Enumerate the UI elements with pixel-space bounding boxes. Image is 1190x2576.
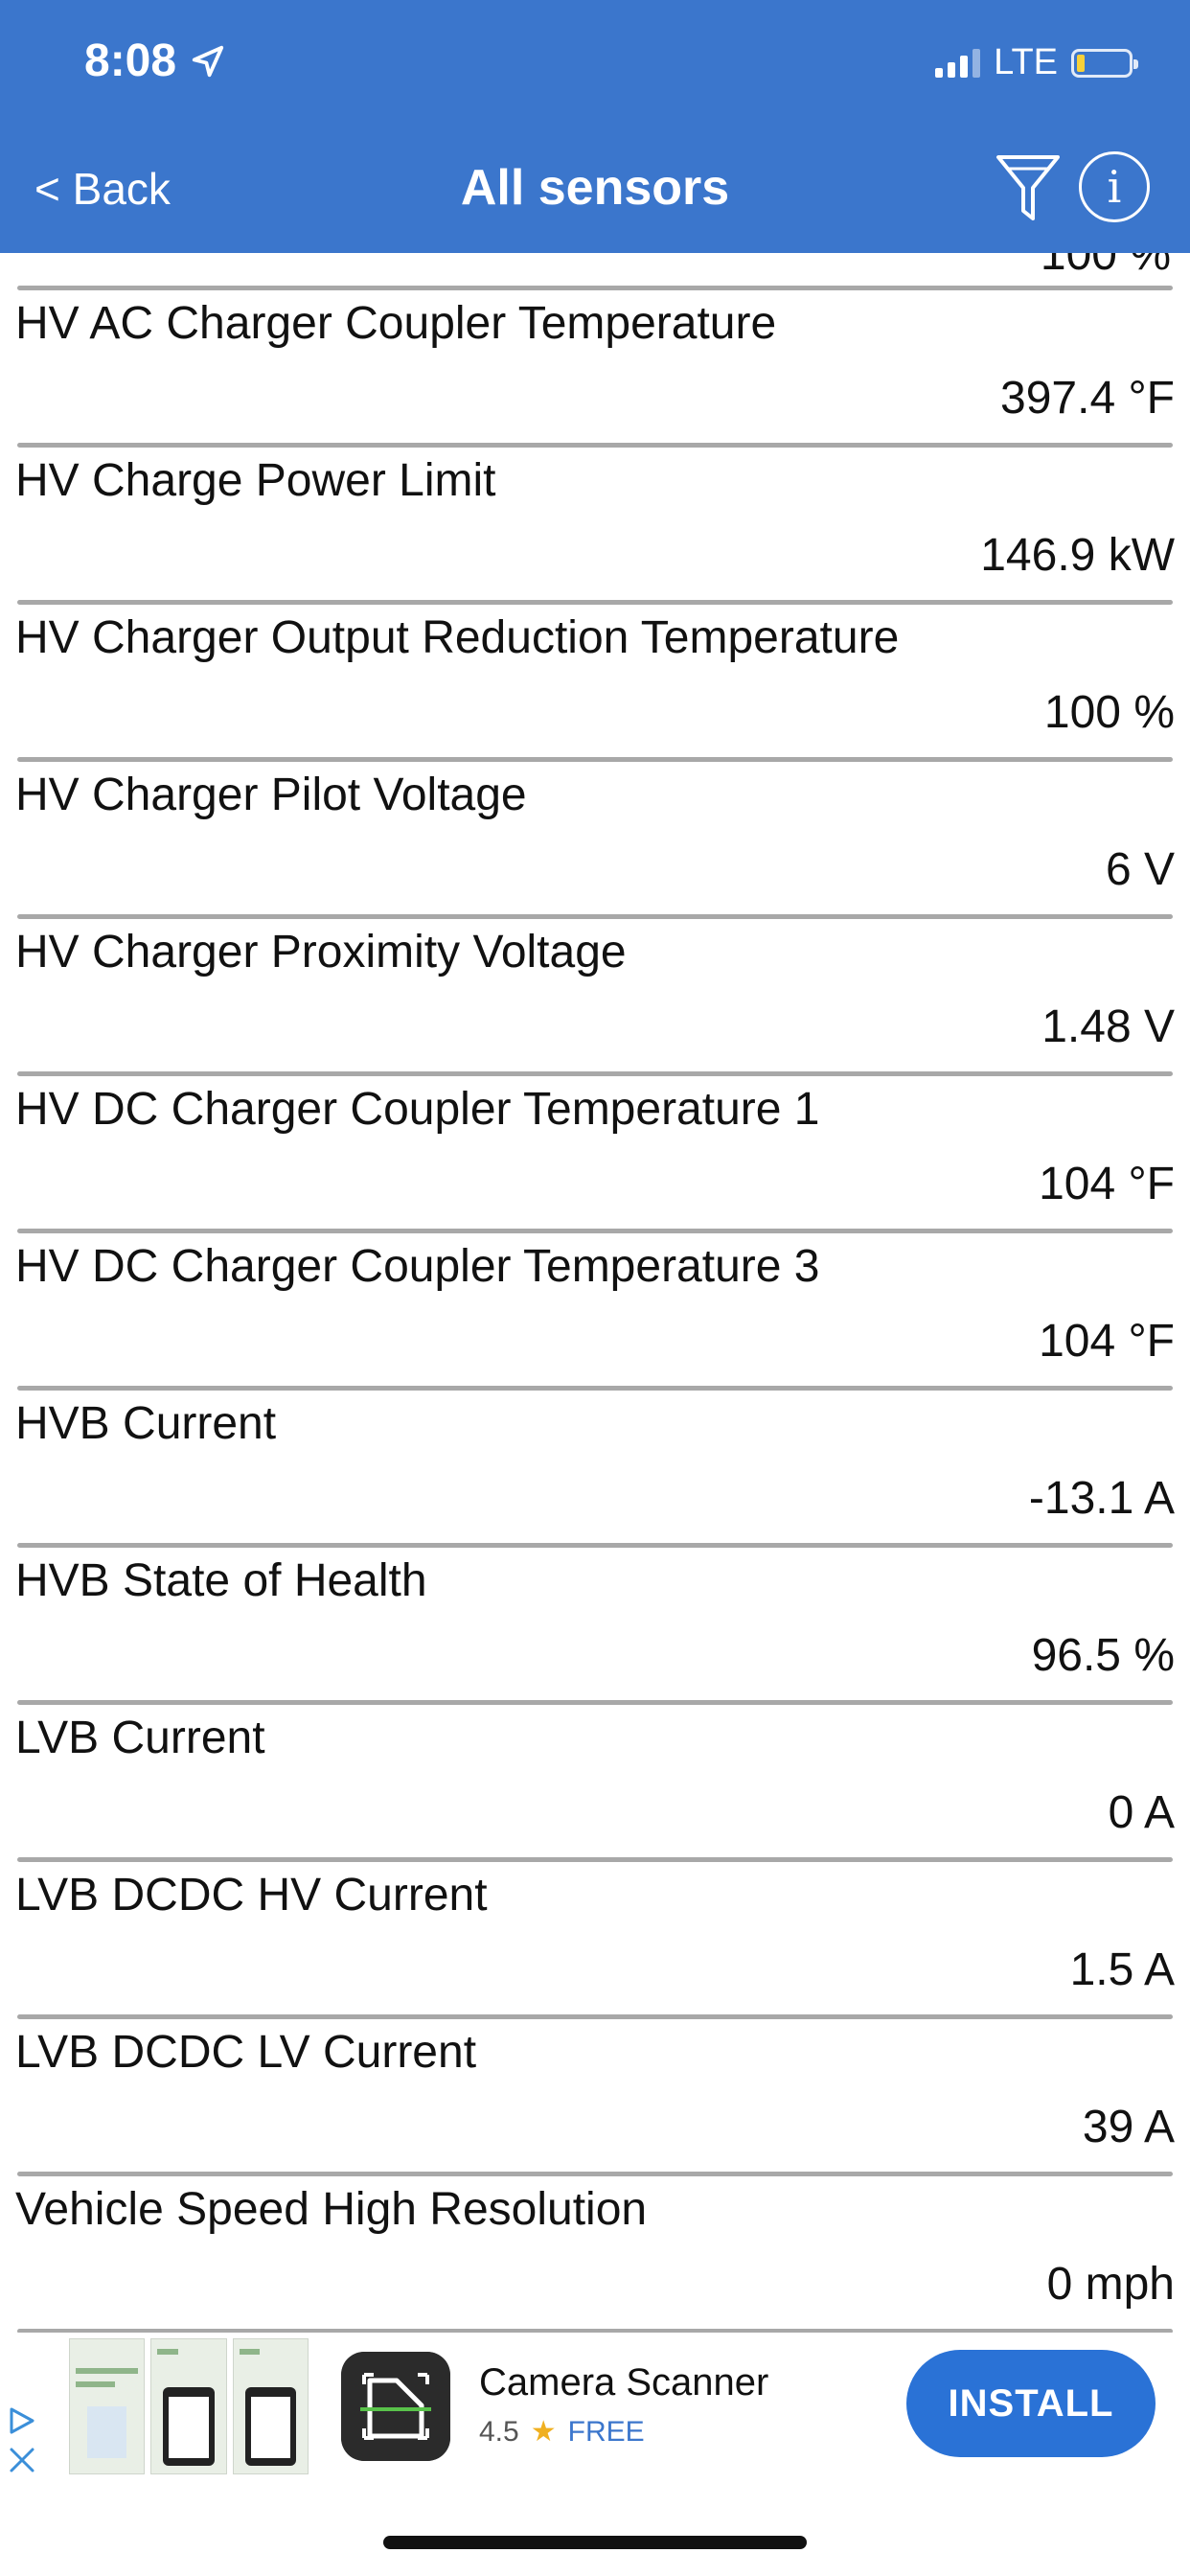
sensor-value: 6 V xyxy=(1105,844,1175,895)
sensor-name: HV Charger Pilot Voltage xyxy=(15,770,527,820)
sensor-row[interactable]: HVB Current -13.1 A xyxy=(0,1390,1190,1547)
network-type: LTE xyxy=(994,42,1058,82)
sensor-value: 397.4 °F xyxy=(1000,373,1175,424)
sensor-value: 1.5 A xyxy=(1069,1944,1175,1995)
sensor-row[interactable]: Vehicle Speed High Resolution 0 mph xyxy=(0,2175,1190,2333)
status-time: 8:08 xyxy=(84,34,226,87)
sensor-name: LVB DCDC LV Current xyxy=(15,2027,477,2078)
sensor-value: 1.48 V xyxy=(1041,1001,1175,1052)
app-rating: 4.5 xyxy=(479,2415,519,2448)
navigation-header: 8:08 LTE < Back All sensors i xyxy=(0,0,1190,253)
home-indicator[interactable] xyxy=(383,2536,807,2549)
sensor-name: HV Charge Power Limit xyxy=(15,455,496,506)
sensor-row[interactable]: HV Charger Output Reduction Temperature … xyxy=(0,604,1190,761)
partial-sensor-value: 100 % xyxy=(1040,253,1171,280)
status-indicators: LTE xyxy=(935,42,1138,83)
sensor-row[interactable]: HV DC Charger Coupler Temperature 1 104 … xyxy=(0,1075,1190,1232)
app-meta: 4.5 ★ FREE xyxy=(479,2415,645,2449)
sensor-row[interactable]: HV DC Charger Coupler Temperature 3 104 … xyxy=(0,1232,1190,1390)
sensor-value: -13.1 A xyxy=(1028,1473,1175,1524)
ad-preview-image[interactable] xyxy=(69,2338,309,2474)
star-icon: ★ xyxy=(530,2416,557,2448)
sensor-value: 104 °F xyxy=(1039,1159,1175,1209)
sensor-value: 104 °F xyxy=(1039,1316,1175,1367)
sensor-name: HV Charger Proximity Voltage xyxy=(15,927,627,978)
sensor-name: HV DC Charger Coupler Temperature 3 xyxy=(15,1241,820,1292)
sensor-row[interactable]: HV Charger Pilot Voltage 6 V xyxy=(0,761,1190,918)
sensor-value: 100 % xyxy=(1043,687,1175,738)
clock-text: 8:08 xyxy=(84,35,177,86)
sensor-value: 146.9 kW xyxy=(980,530,1175,581)
location-arrow-icon xyxy=(192,45,224,77)
sensor-name: HVB Current xyxy=(15,1398,277,1449)
sensor-row[interactable]: LVB Current 0 A xyxy=(0,1704,1190,1861)
filter-icon[interactable] xyxy=(995,151,1062,224)
app-name[interactable]: Camera Scanner xyxy=(479,2361,768,2404)
sensor-row[interactable]: HV AC Charger Coupler Temperature 397.4 … xyxy=(0,289,1190,447)
sensor-row[interactable]: HV Charge Power Limit 146.9 kW xyxy=(0,447,1190,604)
app-icon[interactable] xyxy=(341,2352,450,2461)
sensor-list[interactable]: 100 % HV AC Charger Coupler Temperature … xyxy=(0,253,1190,2333)
sensor-name: LVB DCDC HV Current xyxy=(15,1870,488,1920)
sensor-value: 96.5 % xyxy=(1031,1630,1175,1681)
sensor-row[interactable]: LVB DCDC LV Current 39 A xyxy=(0,2018,1190,2175)
sensor-value: 39 A xyxy=(1082,2102,1175,2152)
sensor-value: 0 mph xyxy=(1046,2259,1175,2310)
ad-banner[interactable]: Camera Scanner 4.5 ★ FREE INSTALL xyxy=(0,2333,1190,2488)
app-price: FREE xyxy=(567,2415,645,2448)
sensor-value: 0 A xyxy=(1108,1787,1175,1838)
sensor-name: HVB State of Health xyxy=(15,1555,427,1606)
sensor-row[interactable]: HV Charger Proximity Voltage 1.48 V xyxy=(0,918,1190,1075)
cellular-signal-icon xyxy=(935,48,981,78)
battery-icon xyxy=(1071,48,1138,78)
sensor-name: HV AC Charger Coupler Temperature xyxy=(15,298,777,349)
info-button[interactable]: i xyxy=(1079,151,1150,222)
sensor-name: HV Charger Output Reduction Temperature xyxy=(15,612,900,663)
sensor-name: HV DC Charger Coupler Temperature 1 xyxy=(15,1084,820,1135)
ad-choices-icon[interactable] xyxy=(6,2390,40,2476)
sensor-name: LVB Current xyxy=(15,1713,265,1763)
sensor-row[interactable]: LVB DCDC HV Current 1.5 A xyxy=(0,1861,1190,2018)
install-button[interactable]: INSTALL xyxy=(906,2350,1156,2457)
sensor-row[interactable]: HVB State of Health 96.5 % xyxy=(0,1547,1190,1704)
sensor-name: Vehicle Speed High Resolution xyxy=(15,2184,648,2235)
